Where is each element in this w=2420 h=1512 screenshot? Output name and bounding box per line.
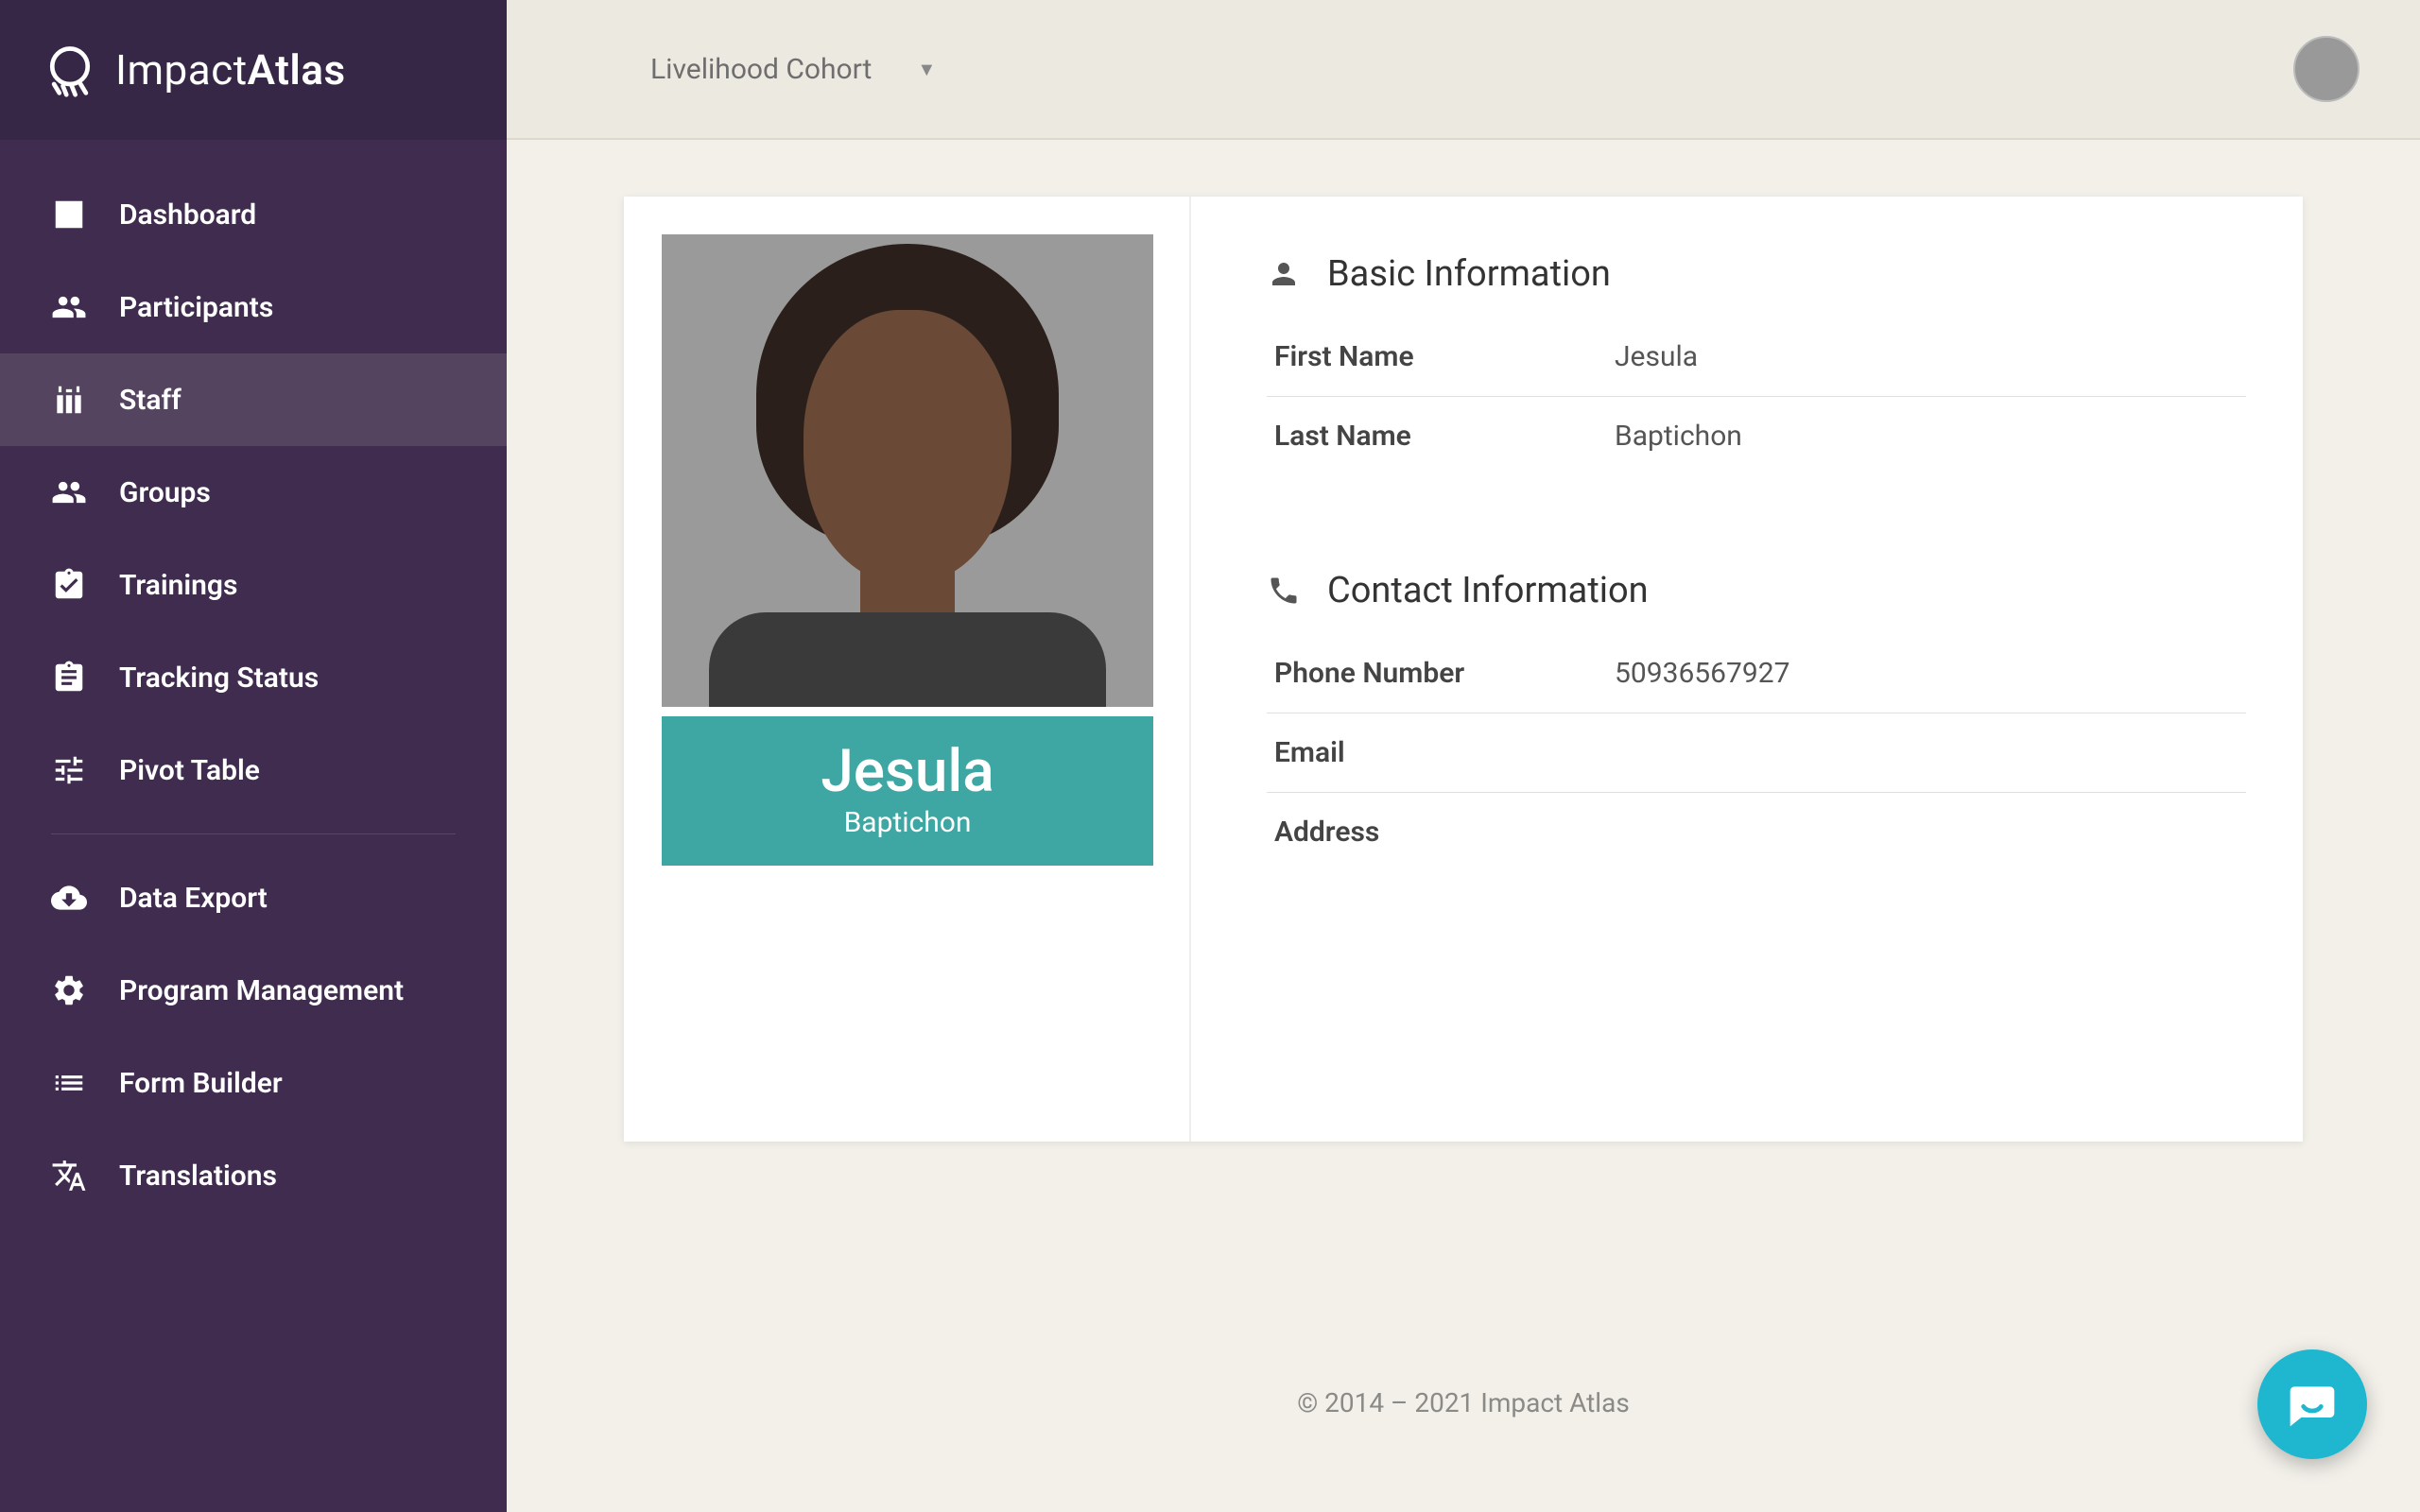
sidebar-item-label: Dashboard (119, 198, 256, 232)
sidebar-nav: Dashboard Participants Staff Groups (0, 140, 507, 1222)
profile-first-name: Jesula (671, 741, 1144, 802)
info-row-last-name: Last Name Baptichon (1267, 397, 2246, 475)
staff-icon (51, 382, 87, 418)
info-row-first-name: First Name Jesula (1267, 318, 2246, 397)
info-value: 50936567927 (1615, 657, 1789, 690)
chat-icon (2286, 1378, 2339, 1431)
sidebar-item-form-builder[interactable]: Form Builder (0, 1037, 507, 1129)
program-dropdown-label: Livelihood Cohort (650, 53, 872, 86)
sidebar-item-label: Program Management (119, 974, 404, 1007)
clipboard-icon (51, 660, 87, 696)
sidebar-item-pivot-table[interactable]: Pivot Table (0, 724, 507, 816)
sidebar-item-staff[interactable]: Staff (0, 353, 507, 446)
info-value: Jesula (1615, 340, 1698, 373)
info-label: Email (1274, 736, 1615, 769)
content: Jesula Baptichon Basic Information First… (507, 140, 2420, 1512)
person-icon (1267, 257, 1301, 291)
sidebar-item-translations[interactable]: Translations (0, 1129, 507, 1222)
sidebar-item-participants[interactable]: Participants (0, 261, 507, 353)
bar-chart-icon (51, 197, 87, 232)
info-value: Baptichon (1615, 420, 1742, 453)
sidebar-item-trainings[interactable]: Trainings (0, 539, 507, 631)
info-label: First Name (1274, 340, 1615, 373)
sidebar-item-label: Form Builder (119, 1067, 283, 1100)
brand-name: ImpactAtlas (115, 45, 346, 94)
info-row-address: Address (1267, 793, 2246, 871)
sidebar-item-label: Staff (119, 384, 182, 417)
people-icon (51, 289, 87, 325)
sidebar-item-label: Participants (119, 291, 273, 324)
profile-photo-panel: Jesula Baptichon (624, 197, 1191, 1142)
sidebar-item-label: Data Export (119, 882, 268, 915)
tune-icon (51, 752, 87, 788)
program-dropdown[interactable]: Livelihood Cohort ▼ (650, 53, 936, 86)
sidebar-item-tracking-status[interactable]: Tracking Status (0, 631, 507, 724)
profile-last-name: Baptichon (671, 806, 1144, 839)
main-area: Livelihood Cohort ▼ (507, 0, 2420, 1512)
cloud-download-icon (51, 880, 87, 916)
profile-name-block: Jesula Baptichon (662, 716, 1153, 866)
clipboard-check-icon (51, 567, 87, 603)
sidebar: ImpactAtlas Dashboard Participants S (0, 0, 507, 1512)
sidebar-divider (51, 833, 456, 834)
chat-launcher-button[interactable] (2257, 1349, 2367, 1459)
user-avatar-button[interactable] (2293, 36, 2360, 102)
topbar: Livelihood Cohort ▼ (507, 0, 2420, 140)
sidebar-item-label: Translations (119, 1160, 277, 1193)
contact-info-table: Phone Number 50936567927 Email Address (1267, 634, 2246, 871)
list-icon (51, 1065, 87, 1101)
chevron-down-icon: ▼ (917, 58, 936, 81)
brand-mark-icon (42, 42, 98, 98)
sidebar-item-program-management[interactable]: Program Management (0, 944, 507, 1037)
footer-copyright: © 2014 – 2021 Impact Atlas (624, 1387, 2303, 1418)
sidebar-item-label: Trainings (119, 569, 237, 602)
gear-icon (51, 972, 87, 1008)
groups-icon (51, 474, 87, 510)
basic-info-table: First Name Jesula Last Name Baptichon (1267, 318, 2246, 475)
info-row-email: Email (1267, 713, 2246, 793)
section-title: Basic Information (1327, 253, 1611, 295)
profile-photo (662, 234, 1153, 707)
info-label: Address (1274, 816, 1615, 849)
basic-info-header: Basic Information (1267, 253, 2246, 295)
brand-logo[interactable]: ImpactAtlas (0, 0, 507, 140)
info-row-phone: Phone Number 50936567927 (1267, 634, 2246, 713)
section-title: Contact Information (1327, 570, 1649, 611)
translate-icon (51, 1158, 87, 1194)
sidebar-item-data-export[interactable]: Data Export (0, 851, 507, 944)
phone-icon (1267, 574, 1301, 608)
sidebar-item-label: Tracking Status (119, 662, 319, 695)
info-label: Phone Number (1274, 657, 1615, 690)
sidebar-item-label: Pivot Table (119, 754, 260, 787)
sidebar-item-dashboard[interactable]: Dashboard (0, 168, 507, 261)
profile-details-panel: Basic Information First Name Jesula Last… (1191, 197, 2303, 1142)
sidebar-item-groups[interactable]: Groups (0, 446, 507, 539)
staff-profile-card: Jesula Baptichon Basic Information First… (624, 197, 2303, 1142)
info-label: Last Name (1274, 420, 1615, 453)
sidebar-item-label: Groups (119, 476, 211, 509)
contact-info-header: Contact Information (1267, 570, 2246, 611)
